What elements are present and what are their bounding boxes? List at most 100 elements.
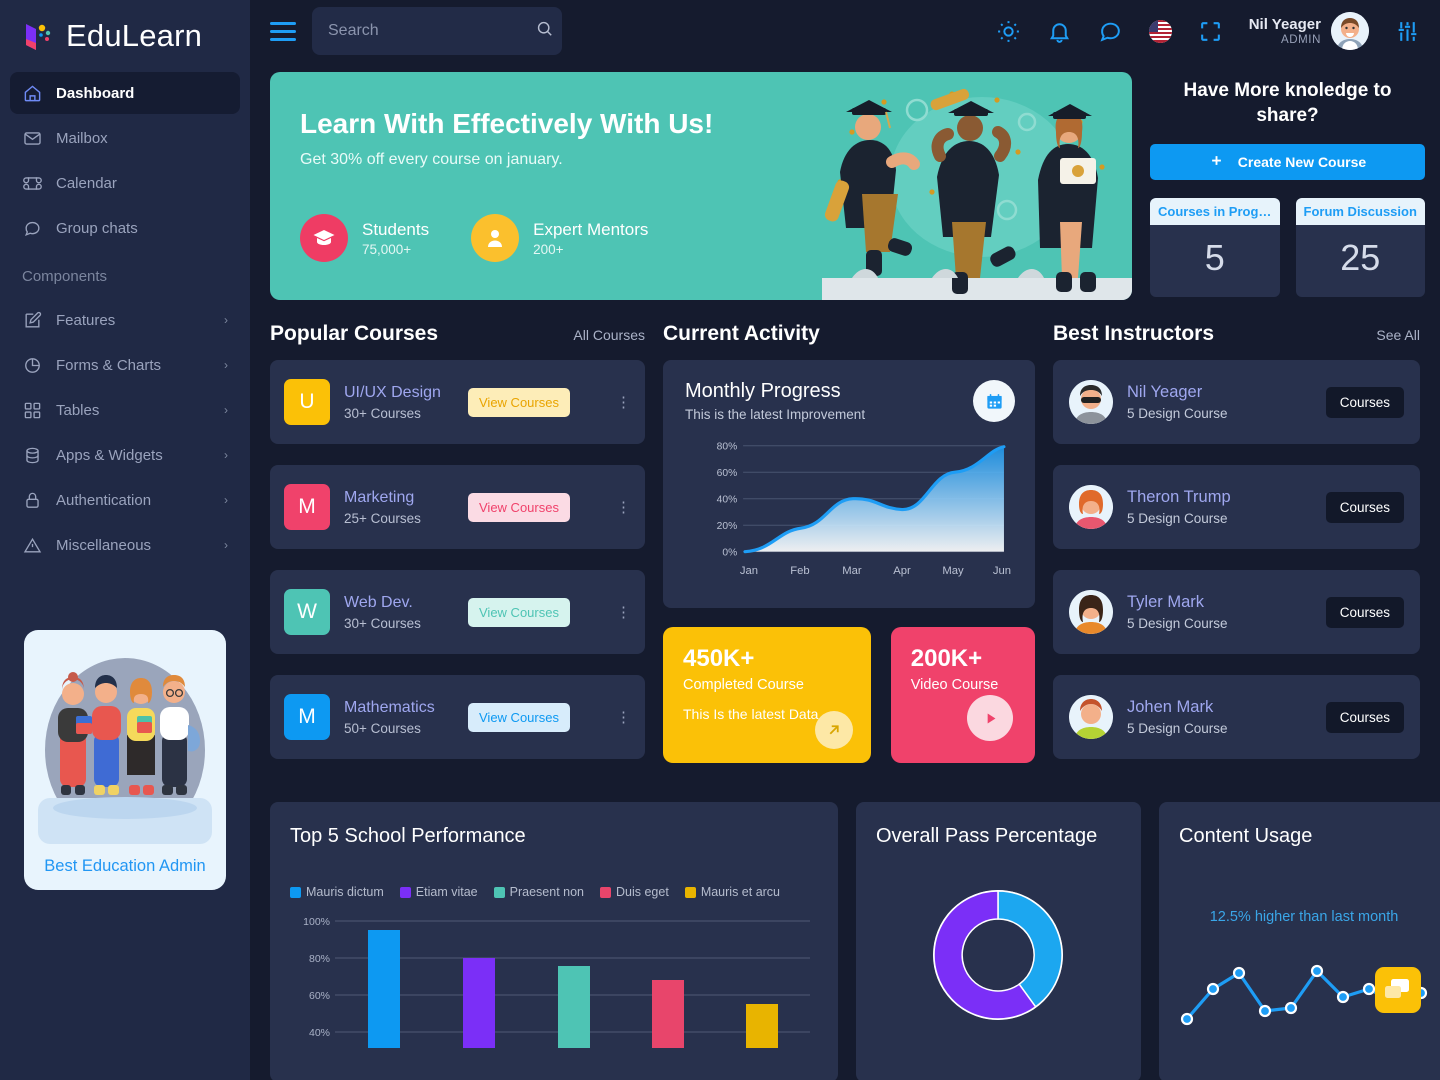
instructor-name: Johen Mark xyxy=(1127,698,1214,716)
course-count: 50+ Courses xyxy=(344,720,421,736)
menu-toggle-icon[interactable] xyxy=(270,21,296,41)
brand[interactable]: EduLearn xyxy=(0,0,250,68)
message-icon[interactable] xyxy=(1098,19,1123,44)
instructor-courses-button[interactable]: Courses xyxy=(1325,701,1404,733)
more-options-icon[interactable]: ⋮ xyxy=(616,395,631,410)
instructor-card[interactable]: Johen Mark 5 Design Course Courses xyxy=(1053,675,1420,759)
hero-stat-value: 75,000+ xyxy=(362,241,412,257)
course-card[interactable]: W Web Dev. 30+ Courses View Courses ⋮ xyxy=(270,570,645,654)
overall-pass-panel: Overall Pass Percentage xyxy=(856,802,1141,1080)
stat-forum-discussion[interactable]: Forum Discussion 25 xyxy=(1295,198,1425,298)
search-input[interactable] xyxy=(328,22,535,40)
svg-text:0%: 0% xyxy=(722,548,737,559)
chat-icon xyxy=(22,218,42,238)
instructor-card[interactable]: Nil Yeager 5 Design Course Courses xyxy=(1053,360,1420,444)
mail-icon xyxy=(22,128,42,148)
legend-item[interactable]: Mauris et arcu xyxy=(684,885,780,899)
calendar-icon[interactable] xyxy=(973,380,1015,422)
search-box[interactable] xyxy=(312,7,562,55)
instructor-name: Tyler Mark xyxy=(1127,593,1205,611)
legend-item[interactable]: Etiam vitae xyxy=(399,885,478,899)
instructor-courses-button[interactable]: Courses xyxy=(1325,491,1404,523)
flag-icon[interactable] xyxy=(1148,19,1172,43)
bell-icon[interactable] xyxy=(1047,19,1072,44)
graduates-illustration xyxy=(822,88,1132,300)
students-illustration xyxy=(38,658,212,844)
course-badge: W xyxy=(284,589,330,635)
instructor-name: Theron Trump xyxy=(1127,488,1231,506)
current-activity-column: Current Activity Monthly Progress This i… xyxy=(663,322,1035,780)
instructor-courses-button[interactable]: Courses xyxy=(1325,596,1404,628)
pie-chart-icon xyxy=(22,355,42,375)
sidebar-item-miscellaneous[interactable]: Miscellaneous › xyxy=(10,524,240,566)
svg-text:Feb: Feb xyxy=(790,565,809,577)
view-courses-button[interactable]: View Courses xyxy=(468,597,570,627)
sun-icon[interactable] xyxy=(996,19,1021,44)
legend-item[interactable]: Praesent non xyxy=(493,885,584,899)
user-icon xyxy=(471,214,520,262)
sidebar-item-tables[interactable]: Tables › xyxy=(10,389,240,431)
best-instructors-column: Best Instructors See All Nil Yeager 5 De… xyxy=(1053,322,1420,780)
view-courses-button[interactable]: View Courses xyxy=(468,702,570,732)
instructor-card[interactable]: Theron Trump 5 Design Course Courses xyxy=(1053,465,1420,549)
more-options-icon[interactable]: ⋮ xyxy=(616,710,631,725)
sidebar-item-dashboard[interactable]: Dashboard xyxy=(10,72,240,114)
view-courses-button[interactable]: View Courses xyxy=(468,492,570,522)
course-badge: M xyxy=(284,694,330,740)
view-courses-button[interactable]: View Courses xyxy=(468,387,570,417)
kpi-video-course: 200K+ Video Course xyxy=(890,627,1035,763)
course-count: 30+ Courses xyxy=(344,615,421,631)
monthly-progress-title: Monthly Progress xyxy=(685,380,841,402)
grid-icon xyxy=(22,400,42,420)
sidebar-item-authentication[interactable]: Authentication › xyxy=(10,479,240,521)
course-card[interactable]: U UI/UX Design 30+ Courses View Courses … xyxy=(270,360,645,444)
sidebar-item-mailbox[interactable]: Mailbox xyxy=(10,117,240,159)
sidebar-item-features[interactable]: Features › xyxy=(10,299,240,341)
sidebar-item-forms-charts[interactable]: Forms & Charts › xyxy=(10,344,240,386)
all-courses-link[interactable]: All Courses xyxy=(573,327,645,343)
main-content: Nil Yeager ADMIN xyxy=(250,0,1440,1080)
legend-label: Praesent non xyxy=(509,885,584,899)
course-card[interactable]: M Marketing 25+ Courses View Courses ⋮ xyxy=(270,465,645,549)
instructor-card[interactable]: Tyler Mark 5 Design Course Courses xyxy=(1053,570,1420,654)
content-usage-note: 12.5% higher than last month xyxy=(1209,909,1399,925)
stat-label: Courses in Progr... xyxy=(1150,198,1280,226)
school-performance-chart: 100% 80% 60% 40% xyxy=(303,916,810,1048)
stat-courses-in-progress[interactable]: Courses in Progr... 5 xyxy=(1150,198,1280,298)
user-menu[interactable]: Nil Yeager ADMIN xyxy=(1249,12,1369,50)
search-icon[interactable] xyxy=(535,19,554,43)
kpi-label: Completed Course xyxy=(683,677,804,693)
course-card[interactable]: M Mathematics 50+ Courses View Courses ⋮ xyxy=(270,675,645,759)
kpi-value: 450K+ xyxy=(683,645,755,672)
create-new-course-button[interactable]: Create New Course xyxy=(1150,144,1425,181)
avatar[interactable] xyxy=(1331,12,1369,50)
popular-courses-header: Popular Courses All Courses xyxy=(270,322,645,346)
hero-stat-value: 200+ xyxy=(533,241,564,257)
instructor-sub: 5 Design Course xyxy=(1127,721,1228,736)
arrow-up-right-icon[interactable] xyxy=(814,711,853,749)
see-all-link[interactable]: See All xyxy=(1376,327,1420,343)
sidebar-components-nav: Features › Forms & Charts › Tables › App… xyxy=(0,295,250,566)
sidebar-item-label: Apps & Widgets xyxy=(56,446,163,464)
legend-item[interactable]: Mauris dictum xyxy=(290,885,384,899)
legend-item[interactable]: Duis eget xyxy=(600,885,669,899)
hero-stat-students: Students 75,000+ xyxy=(300,214,429,262)
more-options-icon[interactable]: ⋮ xyxy=(616,500,631,515)
more-options-icon[interactable]: ⋮ xyxy=(616,605,631,620)
sidebar-item-calendar[interactable]: Calendar xyxy=(10,162,240,204)
play-icon[interactable] xyxy=(967,695,1013,741)
course-name: Web Dev. xyxy=(344,593,413,611)
hero-stats: Students 75,000+ Expert Mentors 200+ xyxy=(300,214,648,262)
sidebar-item-apps-widgets[interactable]: Apps & Widgets › xyxy=(10,434,240,476)
sidebar-item-label: Calendar xyxy=(56,174,117,192)
svg-text:60%: 60% xyxy=(309,990,330,1002)
instructor-courses-button[interactable]: Courses xyxy=(1325,386,1404,418)
fullscreen-icon[interactable] xyxy=(1198,19,1223,44)
sliders-icon[interactable] xyxy=(1395,19,1420,44)
user-name: Nil Yeager xyxy=(1248,16,1321,34)
sidebar: EduLearn Dashboard Mailbox Calendar Grou… xyxy=(0,0,250,1080)
instructor-name: Nil Yeager xyxy=(1127,383,1203,401)
sidebar-item-group-chats[interactable]: Group chats xyxy=(10,207,240,249)
knowledge-panel: Have More knoledge to share? Create New … xyxy=(1150,72,1425,300)
instructor-sub: 5 Design Course xyxy=(1127,511,1228,526)
